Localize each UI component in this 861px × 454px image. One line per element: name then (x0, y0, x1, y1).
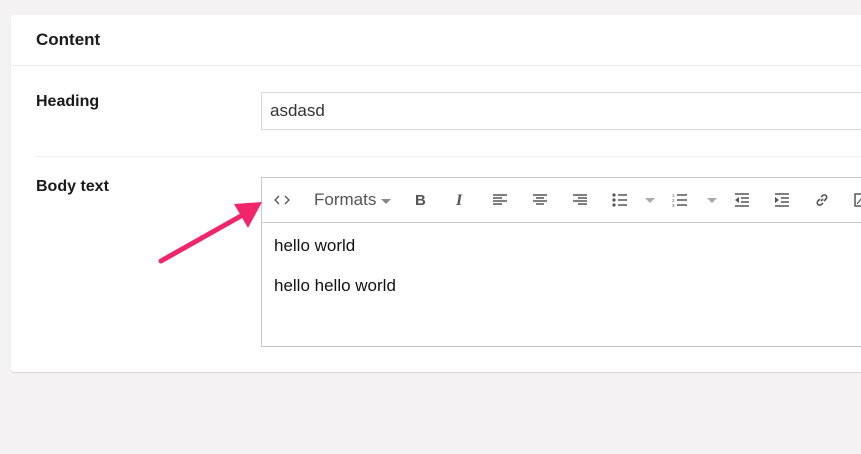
content-card: Content Heading asdasd Body text Formats… (11, 15, 861, 372)
image-icon[interactable] (850, 188, 861, 212)
indent-icon[interactable] (770, 188, 794, 212)
body-text-label: Body text (36, 178, 109, 195)
editor-paragraph: hello hello world (274, 276, 396, 295)
formats-label: Formats (314, 190, 377, 209)
card-header: Content (11, 15, 861, 66)
align-center-icon[interactable] (528, 188, 552, 212)
card-title: Content (36, 30, 101, 49)
svg-text:I: I (455, 193, 463, 207)
numbered-list-icon[interactable]: 123 (668, 188, 692, 212)
chevron-down-icon (381, 198, 392, 204)
editor-toolbar: Formats B I 1 2 3 (262, 178, 861, 223)
bullet-list-icon[interactable] (608, 188, 632, 212)
svg-text:3: 3 (672, 203, 675, 207)
bullet-list-chevron-down-icon[interactable] (642, 188, 658, 212)
editor-content[interactable]: hello world hello hello world (274, 234, 861, 314)
formats-dropdown[interactable]: Formats (314, 188, 392, 212)
numbered-list-chevron-down-icon[interactable] (704, 188, 720, 212)
align-right-icon[interactable] (568, 188, 592, 212)
italic-icon[interactable]: I (448, 188, 472, 212)
field-divider (36, 156, 861, 157)
rich-text-editor: Formats B I 1 2 3 hello world hello hell… (261, 177, 861, 347)
outdent-icon[interactable] (730, 188, 754, 212)
bold-icon[interactable]: B (408, 188, 432, 212)
svg-text:B: B (415, 193, 426, 207)
align-left-icon[interactable] (488, 188, 512, 212)
link-icon[interactable] (810, 188, 834, 212)
annotation-arrow (158, 202, 262, 264)
editor-paragraph: hello world (274, 236, 356, 255)
heading-label: Heading (36, 93, 100, 110)
heading-input[interactable]: asdasd (261, 92, 861, 130)
